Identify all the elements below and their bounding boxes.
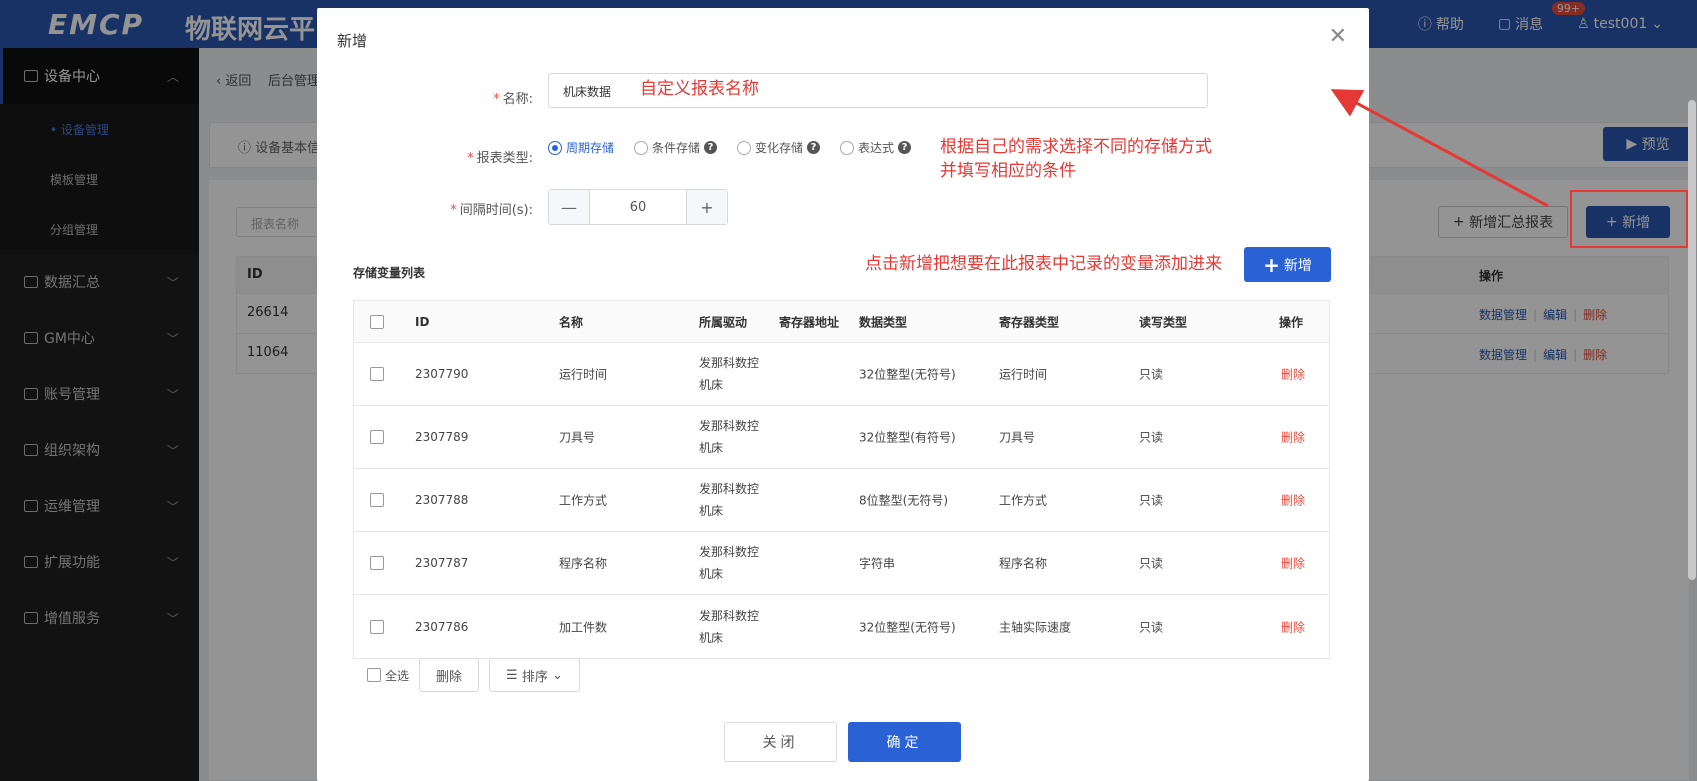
chevron-down-icon: ⌄ [551,667,563,683]
radio-conditional[interactable]: 条件存储? [634,139,718,156]
variable-table: ID 名称 所属驱动 寄存器地址 数据类型 寄存器类型 读写类型 操作 2307… [353,300,1330,659]
increment-button[interactable]: + [687,190,727,224]
report-type-group: 周期存储 条件存储? 变化存储? 表达式? [548,139,931,156]
add-variable-button[interactable]: + 新增 [1244,247,1331,282]
delete-link[interactable]: 删除 [1281,555,1305,572]
annotation-add-hint: 点击新增把想要在此报表中记录的变量添加进来 [865,254,1222,274]
table-row: 2307787 程序名称 发那科数控 机床 字符串 程序名称 只读 删除 [354,532,1329,595]
interval-input[interactable]: 60 [589,190,687,224]
question-icon[interactable]: ? [704,141,718,154]
page-scrollbar[interactable] [1688,100,1696,580]
variable-table-header: ID 名称 所属驱动 寄存器地址 数据类型 寄存器类型 读写类型 操作 [354,301,1329,343]
delete-link[interactable]: 删除 [1281,366,1305,383]
batch-delete-button[interactable]: 删除 [419,658,480,692]
annotation-type-hint: 根据自己的需求选择不同的存储方式 并填写相应的条件 [940,137,1212,181]
table-row: 2307788 工作方式 发那科数控 机床 8位整型(无符号) 工作方式 只读 删… [354,469,1329,532]
question-icon[interactable]: ? [807,141,821,154]
row-checkbox[interactable] [370,619,384,634]
report-type-label: * 报表类型: [467,151,533,166]
highlight-box [1570,190,1688,248]
radio-periodic[interactable]: 周期存储 [548,139,614,156]
plus-icon: + [1263,252,1280,277]
row-checkbox[interactable] [370,493,384,507]
select-all-checkbox[interactable]: 全选 [367,667,409,684]
delete-link[interactable]: 删除 [1281,618,1305,635]
add-report-dialog: 新增 ✕ * 名称: 机床数据 * 报表类型: 周期存储 条件存储? 变化存储? 表… [317,8,1369,781]
radio-change[interactable]: 变化存储? [737,139,821,156]
table-footer-tools: 全选 删除 ☰ 排序 ⌄ [353,658,580,692]
delete-link[interactable]: 删除 [1281,429,1305,446]
table-row: 2307789 刀具号 发那科数控 机床 32位整型(有符号) 刀具号 只读 删除 [354,406,1329,469]
question-icon[interactable]: ? [898,141,912,154]
annotation-name-hint: 自定义报表名称 [640,79,759,99]
name-label: * 名称: [493,92,533,107]
table-row: 2307786 加工件数 发那科数控 机床 32位整型(无符号) 主轴实际速度 只… [354,595,1329,658]
interval-stepper: — 60 + [548,189,728,225]
dialog-title: 新增 [337,32,368,50]
close-icon[interactable]: ✕ [1329,26,1347,48]
interval-label: * 间隔时间(s): [450,203,533,218]
sort-icon: ☰ [506,667,518,683]
sort-button[interactable]: ☰ 排序 ⌄ [489,658,580,692]
confirm-button[interactable]: 确定 [848,722,961,762]
row-checkbox[interactable] [370,367,384,381]
row-checkbox[interactable] [370,556,384,570]
delete-link[interactable]: 删除 [1281,492,1305,509]
select-all-checkbox[interactable] [370,314,384,329]
variable-list-title: 存储变量列表 [353,266,426,280]
table-row: 2307790 运行时间 发那科数控 机床 32位整型(无符号) 运行时间 只读 … [354,343,1329,406]
decrement-button[interactable]: — [549,190,589,224]
radio-expression[interactable]: 表达式? [840,139,912,156]
close-button[interactable]: 关闭 [724,722,837,762]
row-checkbox[interactable] [370,430,384,444]
